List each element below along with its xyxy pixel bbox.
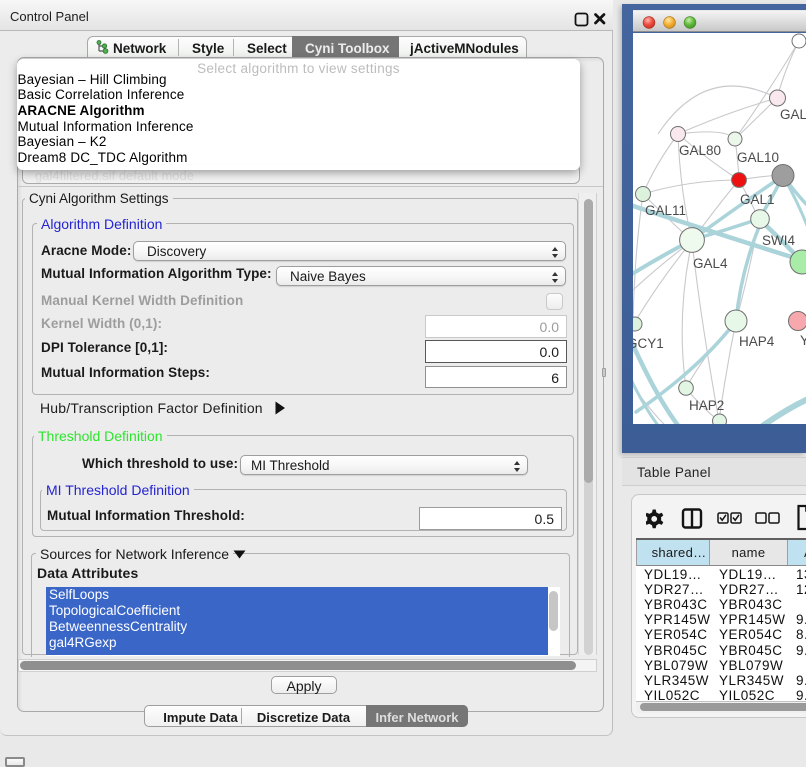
svg-text:SWI4: SWI4 [762,233,795,248]
svg-text:GAL2: GAL2 [780,107,806,122]
svg-text:GAL80: GAL80 [679,143,721,158]
svg-text:HAP4: HAP4 [739,334,775,349]
svg-text:GCY1: GCY1 [633,336,664,351]
svg-text:GAL11: GAL11 [645,203,686,218]
svg-text:HAP2: HAP2 [689,398,724,413]
svg-text:GAL4: GAL4 [693,256,728,271]
svg-text:GAL1: GAL1 [740,192,775,207]
svg-text:Y: Y [800,333,806,348]
svg-text:GAL10: GAL10 [737,150,779,165]
